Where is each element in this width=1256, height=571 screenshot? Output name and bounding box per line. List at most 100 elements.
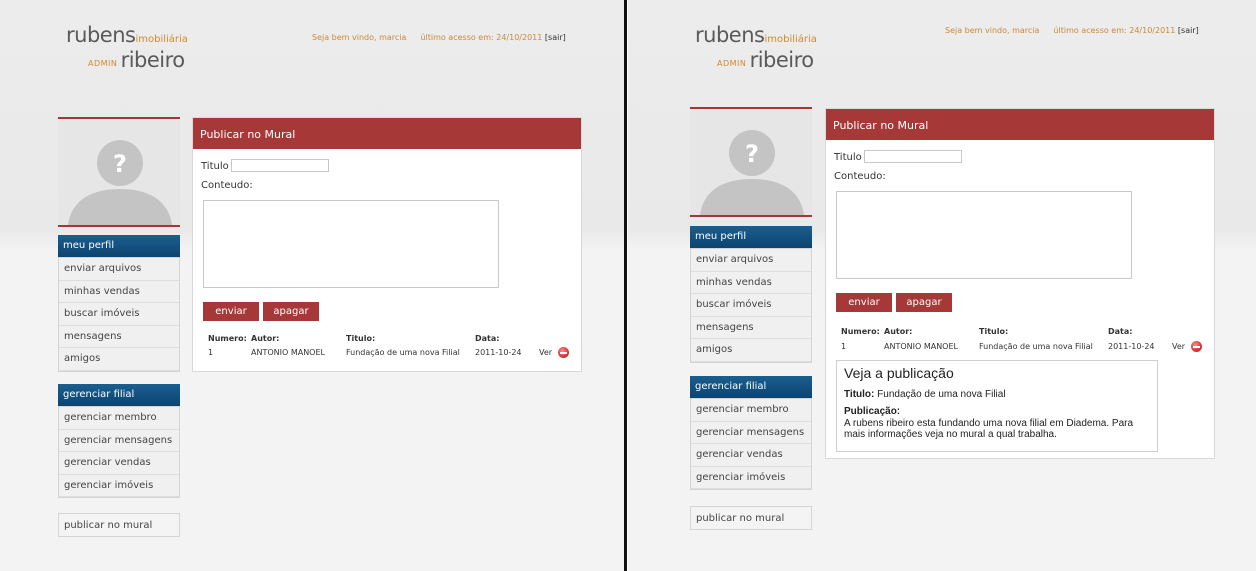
- menu-item-minhas-vendas[interactable]: minhas vendas: [691, 271, 811, 294]
- publication-titulo: Titulo: Fundação de uma nova Filial: [844, 389, 1006, 400]
- screenshot-panel-left: rubensimobiliária ADMIN ribeiro Seja bem…: [0, 0, 624, 571]
- menu-item-gerenciar-membro[interactable]: gerenciar membro: [691, 399, 811, 422]
- logo[interactable]: rubensimobiliária ADMIN ribeiro: [695, 24, 817, 74]
- apagar-button[interactable]: apagar: [896, 293, 952, 312]
- row-titulo: Fundação de uma nova Filial: [346, 348, 460, 357]
- menu-item-gerenciar-imoveis[interactable]: gerenciar imóveis: [59, 474, 179, 497]
- publication-label: Publicação:: [844, 406, 900, 417]
- screenshot-panel-right: rubensimobiliária ADMIN ribeiro Seja bem…: [628, 0, 1256, 571]
- row-data: 2011-10-24: [475, 348, 522, 357]
- avatar: ?: [58, 117, 180, 227]
- menu-item-enviar-arquivos[interactable]: enviar arquivos: [59, 258, 179, 281]
- titulo-label: Titulo: [201, 161, 229, 172]
- menu-item-gerenciar-vendas[interactable]: gerenciar vendas: [691, 444, 811, 467]
- row-titulo: Fundação de uma nova Filial: [979, 342, 1093, 351]
- conteudo-textarea[interactable]: [836, 191, 1132, 279]
- mural-title: Publicar no Mural: [826, 109, 1214, 140]
- row-numero: 1: [841, 342, 847, 351]
- mural-panel: Publicar no Mural Titulo Conteudo: envia…: [825, 108, 1215, 459]
- user-welcome-bar: Seja bem vindo, marcia último acesso em: …: [312, 33, 566, 42]
- publication-popup: Veja a publicação Titulo: Fundação de um…: [836, 360, 1158, 452]
- menu-item-mensagens[interactable]: mensagens: [59, 325, 179, 348]
- menu-item-buscar-imoveis[interactable]: buscar imóveis: [691, 294, 811, 317]
- menu-header-meu-perfil[interactable]: meu perfil: [690, 226, 812, 248]
- logo-text-rubens: rubens: [695, 23, 765, 47]
- col-autor: Autor:: [251, 334, 280, 343]
- avatar: ?: [690, 107, 812, 217]
- row-numero: 1: [208, 348, 214, 357]
- panel-divider: [624, 0, 627, 571]
- col-numero: Numero:: [208, 334, 247, 343]
- titulo-input[interactable]: [864, 150, 962, 163]
- row-autor: ANTONIO MANOEL: [884, 342, 958, 351]
- ver-link[interactable]: Ver: [1172, 342, 1185, 351]
- menu-header-meu-perfil[interactable]: meu perfil: [58, 235, 180, 257]
- menu-item-buscar-imoveis[interactable]: buscar imóveis: [59, 303, 179, 326]
- row-autor: ANTONIO MANOEL: [251, 348, 325, 357]
- menu-profile: meu perfil enviar arquivos minhas vendas…: [58, 235, 180, 372]
- logo-text-imobiliaria: imobiliária: [135, 34, 188, 45]
- svg-text:?: ?: [745, 140, 759, 168]
- menu-profile: meu perfil enviar arquivos minhas vendas…: [690, 226, 812, 363]
- col-data: Data:: [475, 334, 500, 343]
- logo[interactable]: rubensimobiliária ADMIN ribeiro: [66, 24, 188, 74]
- publication-label-text: Publicação:: [844, 406, 901, 417]
- logout-link[interactable]: [sair]: [545, 33, 566, 42]
- mural-table: Numero: Autor: Titulo: Data: 1 ANTONIO M…: [208, 334, 578, 364]
- logout-link[interactable]: [sair]: [1178, 26, 1199, 35]
- delete-minus-icon[interactable]: [558, 347, 569, 358]
- menu-header-gerenciar-filial[interactable]: gerenciar filial: [58, 384, 180, 406]
- col-titulo: Titulo:: [346, 334, 376, 343]
- menu-item-gerenciar-membro[interactable]: gerenciar membro: [59, 407, 179, 430]
- col-titulo: Titulo:: [979, 327, 1009, 336]
- user-silhouette-question-icon: ?: [690, 109, 812, 215]
- conteudo-label: Conteudo:: [834, 171, 886, 182]
- menu-item-amigos[interactable]: amigos: [691, 339, 811, 362]
- logo-text-ribeiro: ribeiro: [120, 48, 186, 72]
- user-silhouette-question-icon: ?: [58, 119, 180, 225]
- conteudo-label: Conteudo:: [201, 180, 253, 191]
- menu-item-minhas-vendas[interactable]: minhas vendas: [59, 280, 179, 303]
- logo-text-imobiliaria: imobiliária: [764, 34, 817, 45]
- ver-link[interactable]: Ver: [539, 348, 552, 357]
- titulo-label: Titulo: [834, 152, 862, 163]
- col-autor: Autor:: [884, 327, 913, 336]
- row-data: 2011-10-24: [1108, 342, 1155, 351]
- col-numero: Numero:: [841, 327, 880, 336]
- logo-text-admin: ADMIN: [88, 59, 118, 68]
- publication-text: A rubens ribeiro esta fundando uma nova …: [844, 418, 1134, 440]
- logo-text-admin: ADMIN: [717, 59, 747, 68]
- menu-item-enviar-arquivos[interactable]: enviar arquivos: [691, 249, 811, 272]
- last-access-text: último acesso em: 24/10/2011: [1053, 26, 1176, 35]
- enviar-button[interactable]: enviar: [836, 293, 892, 312]
- col-data: Data:: [1108, 327, 1133, 336]
- menu-item-gerenciar-mensagens[interactable]: gerenciar mensagens: [59, 429, 179, 452]
- user-welcome-bar: Seja bem vindo, marcia último acesso em: …: [945, 26, 1199, 35]
- last-access-text: último acesso em: 24/10/2011: [420, 33, 543, 42]
- mural-table: Numero: Autor: Titulo: Data: 1 ANTONIO M…: [841, 327, 1211, 357]
- menu-item-amigos[interactable]: amigos: [59, 348, 179, 371]
- svg-text:?: ?: [113, 150, 127, 178]
- delete-minus-icon[interactable]: [1191, 341, 1202, 352]
- menu-item-publicar-no-mural[interactable]: publicar no mural: [58, 513, 180, 537]
- welcome-text: Seja bem vindo, marcia: [945, 26, 1040, 35]
- menu-header-gerenciar-filial[interactable]: gerenciar filial: [690, 376, 812, 398]
- mural-title: Publicar no Mural: [193, 118, 581, 149]
- publication-titulo-label: Titulo:: [844, 389, 875, 400]
- logo-text-rubens: rubens: [66, 23, 136, 47]
- logo-text-ribeiro: ribeiro: [749, 48, 815, 72]
- apagar-button[interactable]: apagar: [263, 302, 319, 321]
- menu-item-gerenciar-imoveis[interactable]: gerenciar imóveis: [691, 466, 811, 489]
- welcome-text: Seja bem vindo, marcia: [312, 33, 407, 42]
- conteudo-textarea[interactable]: [203, 200, 499, 288]
- menu-item-publicar-no-mural[interactable]: publicar no mural: [690, 506, 812, 530]
- enviar-button[interactable]: enviar: [203, 302, 259, 321]
- menu-item-gerenciar-vendas[interactable]: gerenciar vendas: [59, 452, 179, 475]
- publication-titulo-value: Fundação de uma nova Filial: [877, 389, 1006, 400]
- mural-panel: Publicar no Mural Titulo Conteudo: envia…: [192, 117, 582, 372]
- menu-branch: gerenciar filial gerenciar membro gerenc…: [58, 384, 180, 498]
- titulo-input[interactable]: [231, 159, 329, 172]
- menu-branch: gerenciar filial gerenciar membro gerenc…: [690, 376, 812, 490]
- menu-item-gerenciar-mensagens[interactable]: gerenciar mensagens: [691, 421, 811, 444]
- menu-item-mensagens[interactable]: mensagens: [691, 316, 811, 339]
